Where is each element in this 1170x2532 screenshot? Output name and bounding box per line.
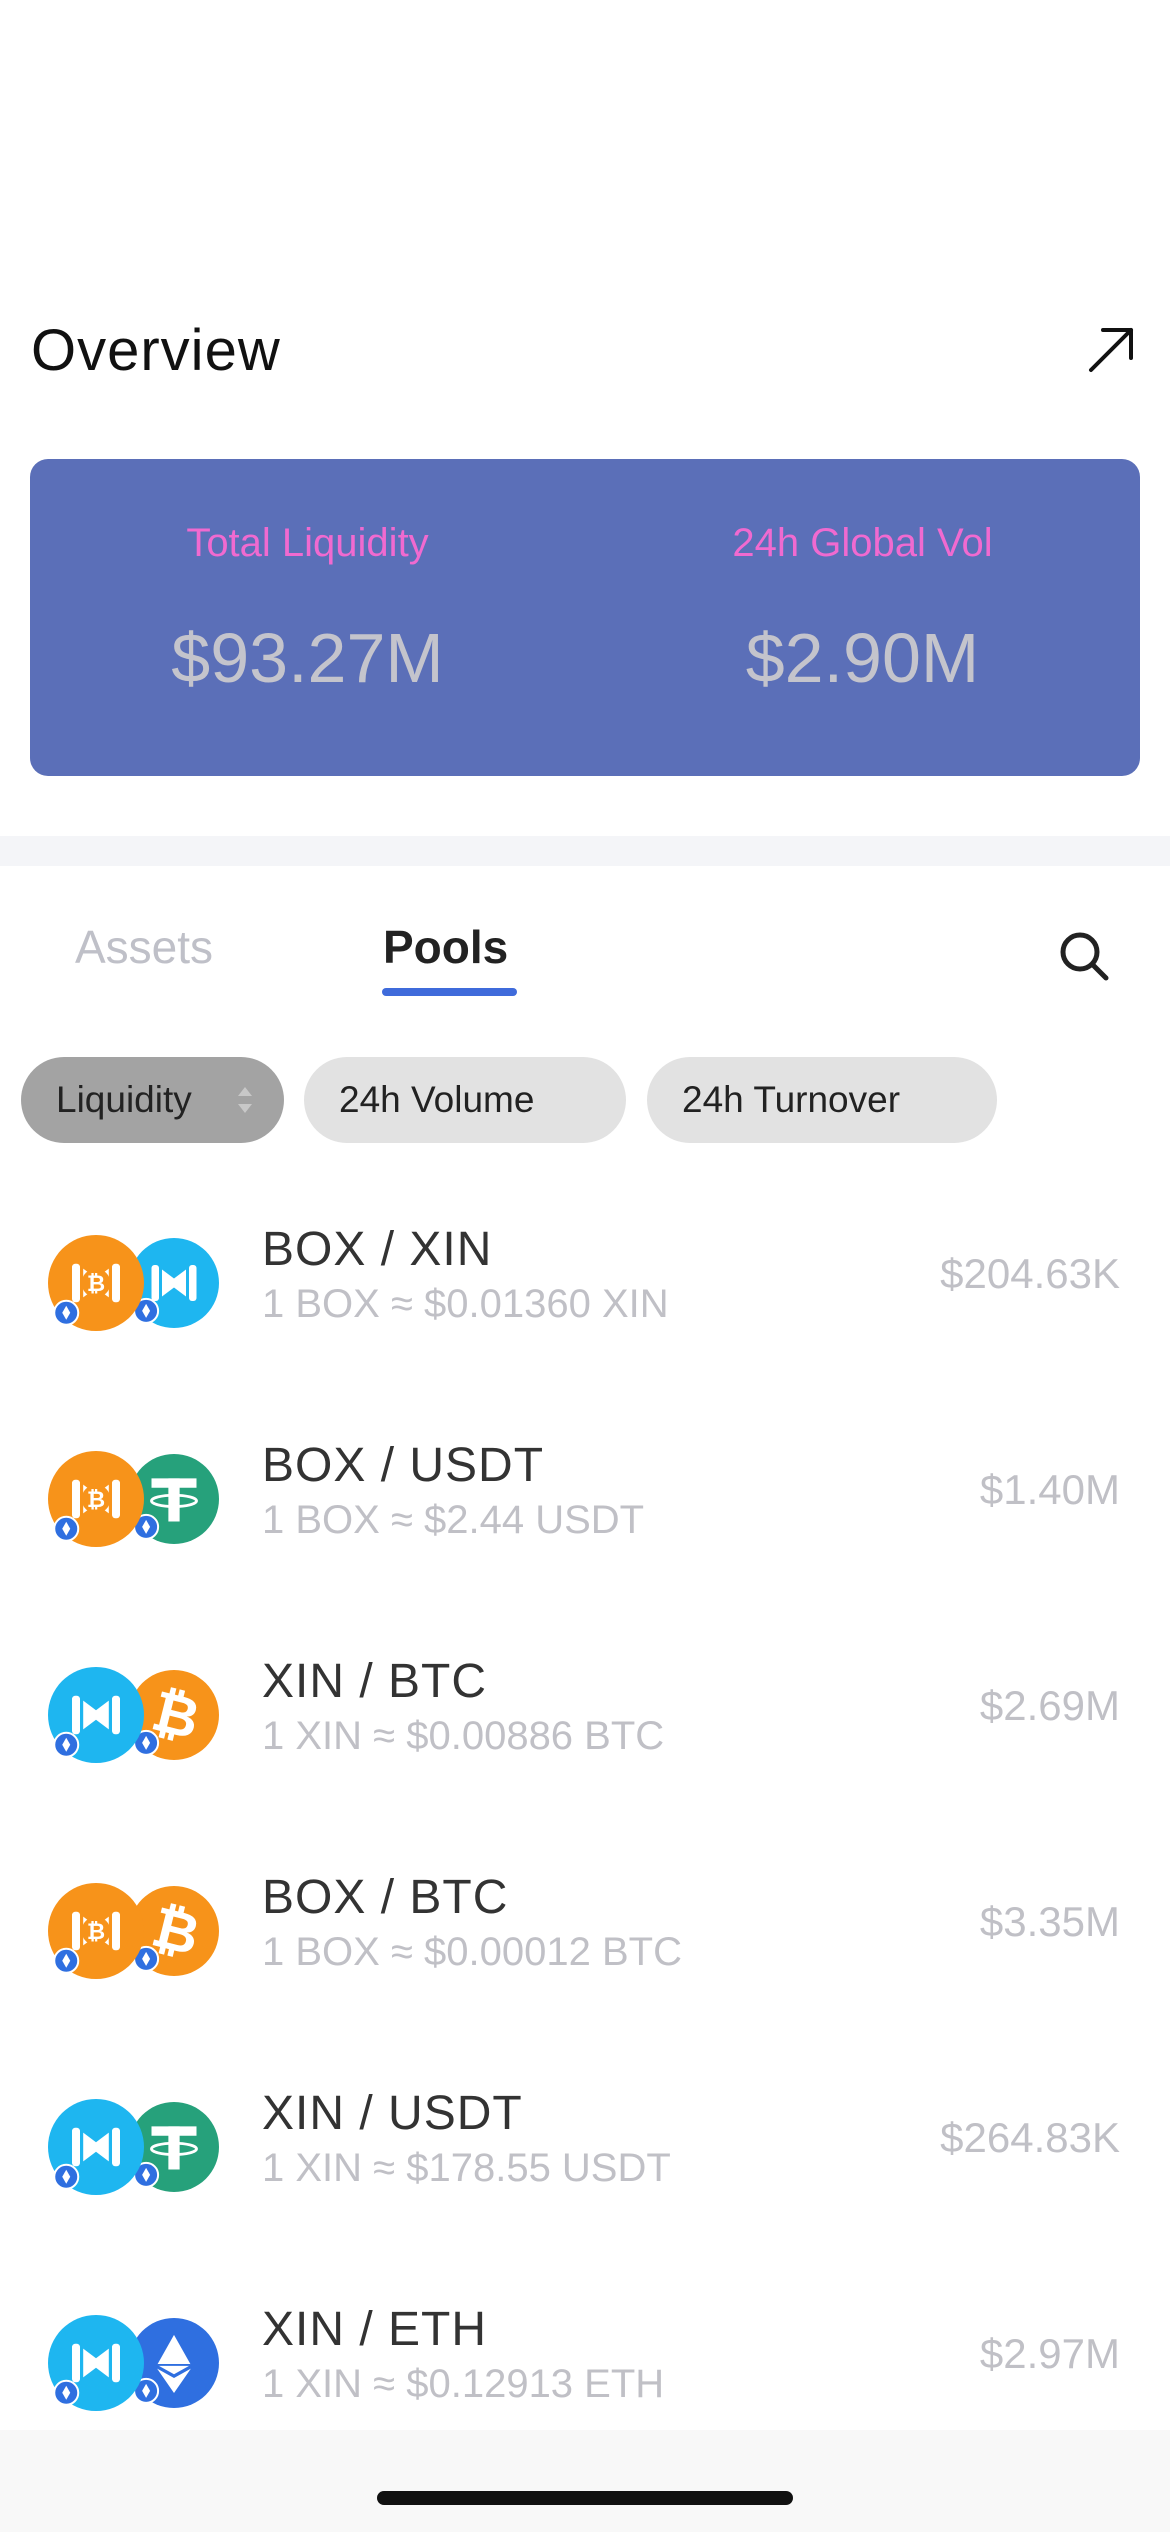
chain-badge-icon [53, 1299, 80, 1326]
pool-row[interactable]: ₿ ₿ BOX / BTC 1 BOX ≈ $0.00012 BTC $3.35M [0, 1818, 1170, 2034]
chain-badge-icon [53, 1731, 80, 1758]
filter-chip-24h-volume[interactable]: 24h Volume [304, 1057, 626, 1143]
pool-liquidity-value: $1.40M [979, 1466, 1120, 1513]
pool-name: BOX / BTC [262, 1871, 509, 1924]
pool-row[interactable]: XIN / USDT 1 XIN ≈ $178.55 USDT $264.83K [0, 2034, 1170, 2250]
pool-rate: 1 BOX ≈ $0.01360 XIN [262, 1282, 669, 1326]
chain-badge-icon [53, 2163, 80, 2190]
pool-rate: 1 XIN ≈ $178.55 USDT [262, 2146, 671, 2190]
pool-rate: 1 BOX ≈ $0.00012 BTC [262, 1930, 682, 1974]
pool-row[interactable]: ₿ BOX / USDT 1 BOX ≈ $2.44 USDT $1.40M [0, 1386, 1170, 1602]
chain-badge-icon [53, 1515, 80, 1542]
pool-pair-icon: ₿₿ [48, 1883, 219, 1979]
active-tab-indicator [382, 988, 517, 996]
pool-pair-icon [48, 2315, 219, 2411]
pool-rate: 1 XIN ≈ $0.00886 BTC [262, 1714, 665, 1758]
filter-chip-label: 24h Volume [339, 1079, 535, 1120]
overview-header: Overview [31, 310, 1141, 390]
tab-assets[interactable]: Assets [75, 920, 213, 974]
pool-rate: 1 BOX ≈ $2.44 USDT [262, 1498, 645, 1542]
pool-pair-icon: ₿ [48, 1235, 219, 1331]
pool-liquidity-value: $3.35M [979, 1898, 1120, 1945]
pool-pair-icon [48, 2099, 219, 2195]
pool-list: ₿ BOX / XIN 1 BOX ≈ $0.01360 XIN $204.63… [0, 1170, 1170, 2466]
home-indicator[interactable] [377, 2491, 793, 2505]
pool-liquidity-value: $264.83K [940, 2114, 1120, 2161]
pool-name: XIN / ETH [262, 2303, 488, 2356]
pool-pair-icon: ₿ [48, 1667, 219, 1763]
pool-name: XIN / BTC [262, 1655, 488, 1708]
chain-badge-icon [53, 2379, 80, 2406]
pool-row[interactable]: ₿ XIN / BTC 1 XIN ≈ $0.00886 BTC $2.69M [0, 1602, 1170, 1818]
pool-pair-icon: ₿ [48, 1451, 219, 1547]
svg-text:₿: ₿ [87, 1919, 105, 1945]
svg-text:₿: ₿ [87, 1271, 105, 1297]
tab-pools[interactable]: Pools [383, 920, 508, 974]
pool-liquidity-value: $2.69M [979, 1682, 1120, 1729]
pool-name: XIN / USDT [262, 2087, 523, 2140]
filter-chip-24h-turnover[interactable]: 24h Turnover [647, 1057, 997, 1143]
section-divider [0, 836, 1170, 866]
stats-card: Total Liquidity $93.27M 24h Global Vol $… [30, 459, 1140, 776]
pool-rate: 1 XIN ≈ $0.12913 ETH [262, 2362, 665, 2406]
global-vol-stat: 24h Global Vol $2.90M [585, 459, 1140, 776]
pool-name: BOX / USDT [262, 1439, 545, 1492]
filter-chip-liquidity[interactable]: Liquidity [21, 1057, 284, 1143]
filter-chip-label: Liquidity [56, 1079, 192, 1120]
pool-liquidity-value: $2.97M [979, 2330, 1120, 2377]
home-indicator-area [0, 2430, 1170, 2532]
total-liquidity-value: $93.27M [171, 619, 444, 697]
global-vol-value: $2.90M [745, 619, 980, 697]
filter-chip-label: 24h Turnover [682, 1079, 901, 1120]
total-liquidity-label: Total Liquidity [186, 521, 429, 565]
arrow-up-right-icon[interactable] [1081, 320, 1141, 380]
sort-arrows-icon [238, 1087, 252, 1113]
page: Overview Total Liquidity $93.27M 24h Glo… [0, 0, 1170, 2532]
chain-badge-icon [53, 1947, 80, 1974]
global-vol-label: 24h Global Vol [732, 521, 993, 565]
overview-title: Overview [31, 317, 281, 383]
pool-liquidity-value: $204.63K [940, 1250, 1120, 1297]
search-icon[interactable] [1056, 928, 1112, 984]
pool-name: BOX / XIN [262, 1223, 493, 1276]
svg-text:₿: ₿ [87, 1487, 105, 1513]
pool-row[interactable]: ₿ BOX / XIN 1 BOX ≈ $0.01360 XIN $204.63… [0, 1170, 1170, 1386]
total-liquidity-stat: Total Liquidity $93.27M [30, 459, 585, 776]
